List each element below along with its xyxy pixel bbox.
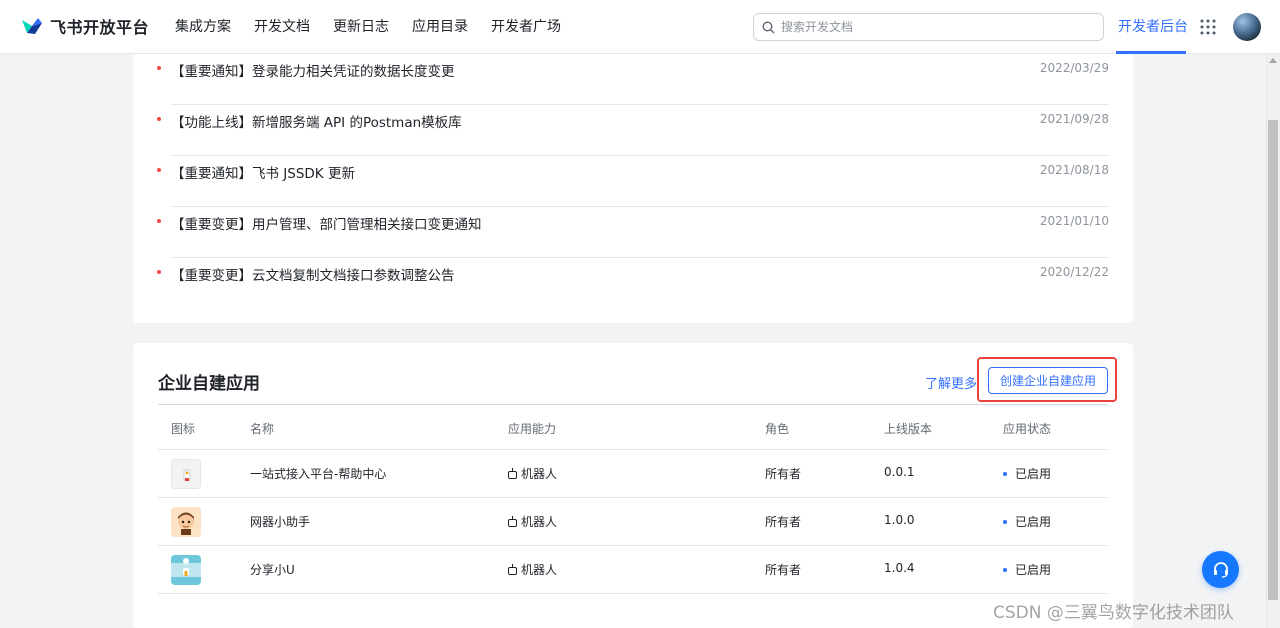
table-row[interactable]: 网器小助手 机器人 所有者 1.0.0 已启用 <box>158 498 1108 546</box>
unread-dot-icon <box>157 168 161 172</box>
notice-item[interactable]: 【功能上线】新增服务端 API 的Postman模板库 2021/09/28 <box>157 105 1109 156</box>
apps-table: 图标 名称 应用能力 角色 上线版本 应用状态 一站式接入平台-帮助中心 机器人… <box>158 404 1108 594</box>
table-row[interactable]: 一站式接入平台-帮助中心 机器人 所有者 0.0.1 已启用 <box>158 450 1108 498</box>
notice-card: 【重要通知】登录能力相关凭证的数据长度变更 2022/03/29 【功能上线】新… <box>133 54 1133 323</box>
search-box[interactable] <box>753 13 1104 41</box>
search-input[interactable] <box>781 20 1081 34</box>
app-assistant-icon <box>171 507 201 537</box>
column-header-name: 名称 <box>250 422 275 436</box>
app-share-icon <box>171 555 201 585</box>
unread-dot-icon <box>157 117 161 121</box>
scroll-up-arrow-icon[interactable] <box>1269 58 1277 63</box>
notice-item[interactable]: 【重要通知】登录能力相关凭证的数据长度变更 2022/03/29 <box>157 54 1109 105</box>
watermark: CSDN @三翼鸟数字化技术团队 <box>993 603 1234 623</box>
section-title: 企业自建应用 <box>158 374 260 394</box>
unread-dot-icon <box>157 219 161 223</box>
notice-title: 【重要变更】用户管理、部门管理相关接口变更通知 <box>171 217 482 233</box>
search-icon <box>762 20 775 33</box>
scrollbar-thumb[interactable] <box>1268 120 1278 600</box>
customer-service-button[interactable] <box>1202 551 1239 588</box>
notice-date: 2020/12/22 <box>1039 265 1109 279</box>
notice-title: 【功能上线】新增服务端 API 的Postman模板库 <box>171 115 462 131</box>
apps-grid-icon[interactable] <box>1200 19 1216 35</box>
status-dot-icon <box>1003 568 1007 572</box>
app-status: 已启用 <box>1003 465 1051 482</box>
notice-item[interactable]: 【重要变更】云文档复制文档接口参数调整公告 2020/12/22 <box>157 258 1109 309</box>
notice-title: 【重要通知】登录能力相关凭证的数据长度变更 <box>171 64 455 80</box>
status-dot-icon <box>1003 520 1007 524</box>
nav-developer-docs[interactable]: 开发文档 <box>254 0 310 54</box>
brand-name: 飞书开放平台 <box>50 18 150 37</box>
headset-icon <box>1213 561 1228 578</box>
app-version: 0.0.1 <box>884 465 915 479</box>
column-header-version: 上线版本 <box>884 422 933 436</box>
app-version: 1.0.0 <box>884 513 915 527</box>
app-version: 1.0.4 <box>884 561 915 575</box>
active-tab-indicator <box>1116 51 1186 54</box>
nav-changelog[interactable]: 更新日志 <box>333 0 389 54</box>
app-name: 一站式接入平台-帮助中心 <box>250 467 387 481</box>
notice-date: 2021/01/10 <box>1039 214 1109 228</box>
main-nav: 集成方案 开发文档 更新日志 应用目录 开发者广场 <box>175 0 584 54</box>
app-role: 所有者 <box>765 515 802 529</box>
table-header: 图标 名称 应用能力 角色 上线版本 应用状态 <box>158 404 1108 450</box>
nav-app-directory[interactable]: 应用目录 <box>412 0 468 54</box>
unread-dot-icon <box>157 66 161 70</box>
app-name: 分享小U <box>250 563 295 577</box>
self-built-apps-card: 企业自建应用 了解更多 创建企业自建应用 图标 名称 应用能力 角色 上线版本 … <box>133 343 1133 628</box>
notice-item[interactable]: 【重要变更】用户管理、部门管理相关接口变更通知 2021/01/10 <box>157 207 1109 258</box>
app-status: 已启用 <box>1003 513 1051 530</box>
brand-logo-link[interactable]: 飞书开放平台 <box>20 14 149 38</box>
robot-icon <box>508 468 517 479</box>
app-role: 所有者 <box>765 467 802 481</box>
app-status: 已启用 <box>1003 561 1051 578</box>
table-row[interactable]: 分享小U 机器人 所有者 1.0.4 已启用 <box>158 546 1108 594</box>
robot-icon <box>508 516 517 527</box>
app-role: 所有者 <box>765 563 802 577</box>
notice-title: 【重要变更】云文档复制文档接口参数调整公告 <box>171 268 455 284</box>
nav-developer-plaza[interactable]: 开发者广场 <box>491 0 561 54</box>
robot-icon <box>508 564 517 575</box>
create-app-button[interactable]: 创建企业自建应用 <box>988 367 1108 394</box>
feishu-logo-icon <box>22 18 42 34</box>
app-capability: 机器人 <box>508 513 557 530</box>
notice-item[interactable]: 【重要通知】飞书 JSSDK 更新 2021/08/18 <box>157 156 1109 207</box>
app-capability: 机器人 <box>508 465 557 482</box>
top-navigation-bar: 飞书开放平台 集成方案 开发文档 更新日志 应用目录 开发者广场 开发者后台 <box>0 0 1280 54</box>
notice-date: 2021/09/28 <box>1039 112 1109 126</box>
developer-console-link[interactable]: 开发者后台 <box>1118 0 1188 54</box>
notice-title: 【重要通知】飞书 JSSDK 更新 <box>171 166 355 182</box>
column-header-capability: 应用能力 <box>508 422 557 436</box>
unread-dot-icon <box>157 270 161 274</box>
column-header-icon: 图标 <box>171 422 196 436</box>
notice-date: 2021/08/18 <box>1039 163 1109 177</box>
user-avatar[interactable] <box>1233 13 1261 41</box>
learn-more-link[interactable]: 了解更多 <box>925 373 977 392</box>
nav-integration-solutions[interactable]: 集成方案 <box>175 0 231 54</box>
column-header-role: 角色 <box>765 422 790 436</box>
app-capability: 机器人 <box>508 561 557 578</box>
status-dot-icon <box>1003 472 1007 476</box>
notice-date: 2022/03/29 <box>1039 61 1109 75</box>
column-header-status: 应用状态 <box>1003 422 1052 436</box>
app-name: 网器小助手 <box>250 515 311 529</box>
app-help-center-icon <box>171 459 201 489</box>
